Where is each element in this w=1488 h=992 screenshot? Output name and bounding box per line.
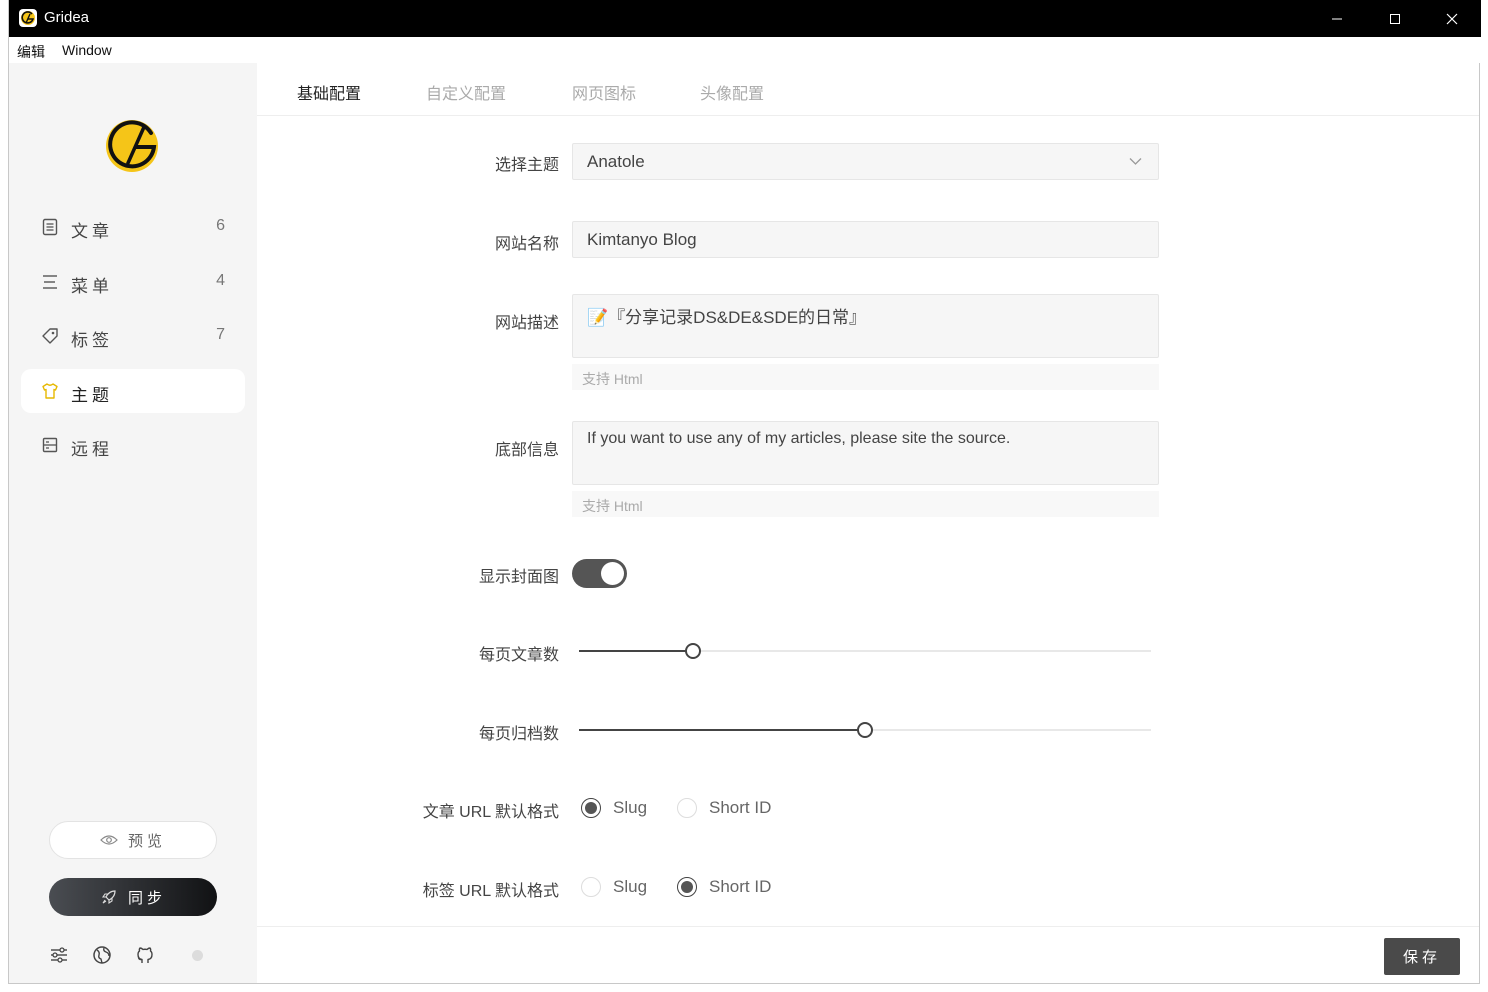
- footer-info-value: If you want to use any of my articles, p…: [587, 430, 1011, 447]
- main-panel: 基础配置 自定义配置 网页图标 头像配置 选择主题 Anatole 网站名称 K…: [257, 63, 1479, 983]
- slider-fill: [579, 729, 865, 731]
- document-icon: [42, 218, 58, 236]
- save-button[interactable]: 保存: [1384, 938, 1460, 975]
- footer-bar: 保存: [257, 926, 1479, 983]
- sidebar-item-count: 4: [216, 272, 225, 289]
- close-icon: [1446, 13, 1458, 24]
- sidebar-item-label: 远程: [71, 440, 113, 459]
- radio-label: Short ID: [709, 877, 772, 896]
- toggle-knob: [601, 562, 624, 585]
- rocket-icon: [101, 890, 116, 905]
- radio-dot: [677, 877, 697, 897]
- sync-label: 同步: [127, 889, 166, 907]
- minimize-icon: [1332, 18, 1342, 19]
- menu-edit[interactable]: 编辑: [17, 42, 45, 62]
- posts-per-page-label: 每页文章数: [478, 647, 559, 664]
- sync-button[interactable]: 同步: [49, 878, 217, 916]
- radio-label: Slug: [613, 877, 648, 896]
- gridea-logo: [102, 111, 166, 175]
- post-url-format-label: 文章 URL 默认格式: [422, 804, 559, 821]
- sidebar-item-tags[interactable]: 标签 7: [21, 314, 245, 358]
- radio-dot: [581, 877, 601, 897]
- sidebar: 文章 6 菜单 4 标签 7 主题 远程 预览 同步: [9, 63, 257, 983]
- tag-url-shortid-radio[interactable]: Short ID: [677, 877, 771, 897]
- show-cover-toggle[interactable]: [572, 559, 627, 588]
- tab-favicon[interactable]: 网页图标: [572, 80, 636, 104]
- site-name-label: 网站名称: [494, 236, 559, 253]
- menu-window[interactable]: Window: [62, 42, 112, 58]
- preview-label: 预览: [127, 832, 166, 850]
- maximize-icon: [1390, 13, 1400, 24]
- menu-bar: 编辑 Window: [9, 37, 1481, 63]
- minimize-button[interactable]: [1308, 0, 1366, 37]
- sidebar-item-articles[interactable]: 文章 6: [21, 205, 245, 249]
- tag-url-slug-radio[interactable]: Slug: [581, 877, 647, 897]
- show-cover-label: 显示封面图: [478, 569, 559, 586]
- site-desc-value: 📝『分享记录DS&DE&SDE的日常』: [587, 308, 867, 327]
- gridea-app-icon: [19, 9, 37, 27]
- archives-per-page-label: 每页归档数: [478, 726, 559, 743]
- maximize-button[interactable]: [1366, 0, 1424, 37]
- preview-button[interactable]: 预览: [49, 821, 217, 859]
- theme-value: Anatole: [587, 152, 645, 171]
- tab-avatar[interactable]: 头像配置: [700, 80, 764, 104]
- settings-sliders-icon[interactable]: [49, 945, 69, 965]
- site-desc-label: 网站描述: [494, 315, 559, 332]
- sidebar-item-count: 7: [216, 326, 225, 343]
- site-desc-hint-text: 支持 Html: [582, 371, 643, 387]
- tag-url-format-label: 标签 URL 默认格式: [422, 883, 559, 900]
- theme-label: 选择主题: [494, 157, 559, 174]
- site-desc-textarea[interactable]: 📝『分享记录DS&DE&SDE的日常』: [572, 294, 1159, 358]
- eye-icon: [100, 835, 118, 845]
- sidebar-item-label: 主题: [71, 386, 113, 405]
- sidebar-item-label: 文章: [71, 222, 113, 241]
- slider-handle[interactable]: [685, 643, 702, 659]
- tab-custom[interactable]: 自定义配置: [426, 80, 506, 104]
- title-bar: Gridea: [9, 0, 1481, 37]
- radio-dot: [581, 798, 601, 818]
- site-desc-hint: 支持 Html: [572, 364, 1159, 390]
- post-url-shortid-radio[interactable]: Short ID: [677, 798, 771, 818]
- status-dot: [192, 950, 203, 961]
- sidebar-item-remote[interactable]: 远程: [21, 423, 245, 467]
- tag-icon: [42, 328, 58, 344]
- shirt-icon: [42, 383, 58, 399]
- menu-lines-icon: [43, 275, 57, 289]
- sidebar-item-menu[interactable]: 菜单 4: [21, 260, 245, 304]
- post-url-slug-radio[interactable]: Slug: [581, 798, 647, 818]
- globe-icon[interactable]: [92, 945, 112, 965]
- footer-info-label: 底部信息: [494, 442, 559, 459]
- app-window: Gridea 编辑 Window 文章 6 菜单 4 标签 7 主题 远程 预览…: [8, 0, 1481, 984]
- archives-per-page-slider[interactable]: [579, 722, 1151, 738]
- server-icon: [42, 437, 58, 453]
- tab-basic[interactable]: 基础配置: [297, 80, 361, 104]
- sidebar-item-label: 菜单: [71, 277, 113, 296]
- sidebar-bottom-toolbar: [49, 945, 219, 965]
- theme-select[interactable]: Anatole: [572, 143, 1159, 180]
- footer-info-hint: 支持 Html: [572, 491, 1159, 517]
- slider-handle[interactable]: [857, 722, 873, 738]
- chevron-down-icon: [1129, 158, 1142, 165]
- window-title: Gridea: [44, 9, 90, 26]
- radio-label: Slug: [613, 798, 648, 817]
- sidebar-item-count: 6: [216, 217, 225, 234]
- site-name-input[interactable]: Kimtanyo Blog: [572, 221, 1159, 258]
- posts-per-page-slider[interactable]: [579, 643, 1151, 659]
- close-button[interactable]: [1423, 0, 1481, 37]
- site-name-value: Kimtanyo Blog: [587, 230, 697, 249]
- footer-info-hint-text: 支持 Html: [582, 498, 643, 514]
- radio-dot: [677, 798, 697, 818]
- sidebar-item-label: 标签: [71, 331, 113, 350]
- footer-info-textarea[interactable]: If you want to use any of my articles, p…: [572, 421, 1159, 485]
- radio-label: Short ID: [709, 798, 772, 817]
- slider-fill: [579, 650, 694, 652]
- sidebar-item-theme[interactable]: 主题: [21, 369, 245, 413]
- tab-bar: 基础配置 自定义配置 网页图标 头像配置: [257, 63, 1479, 116]
- github-icon[interactable]: [135, 945, 155, 965]
